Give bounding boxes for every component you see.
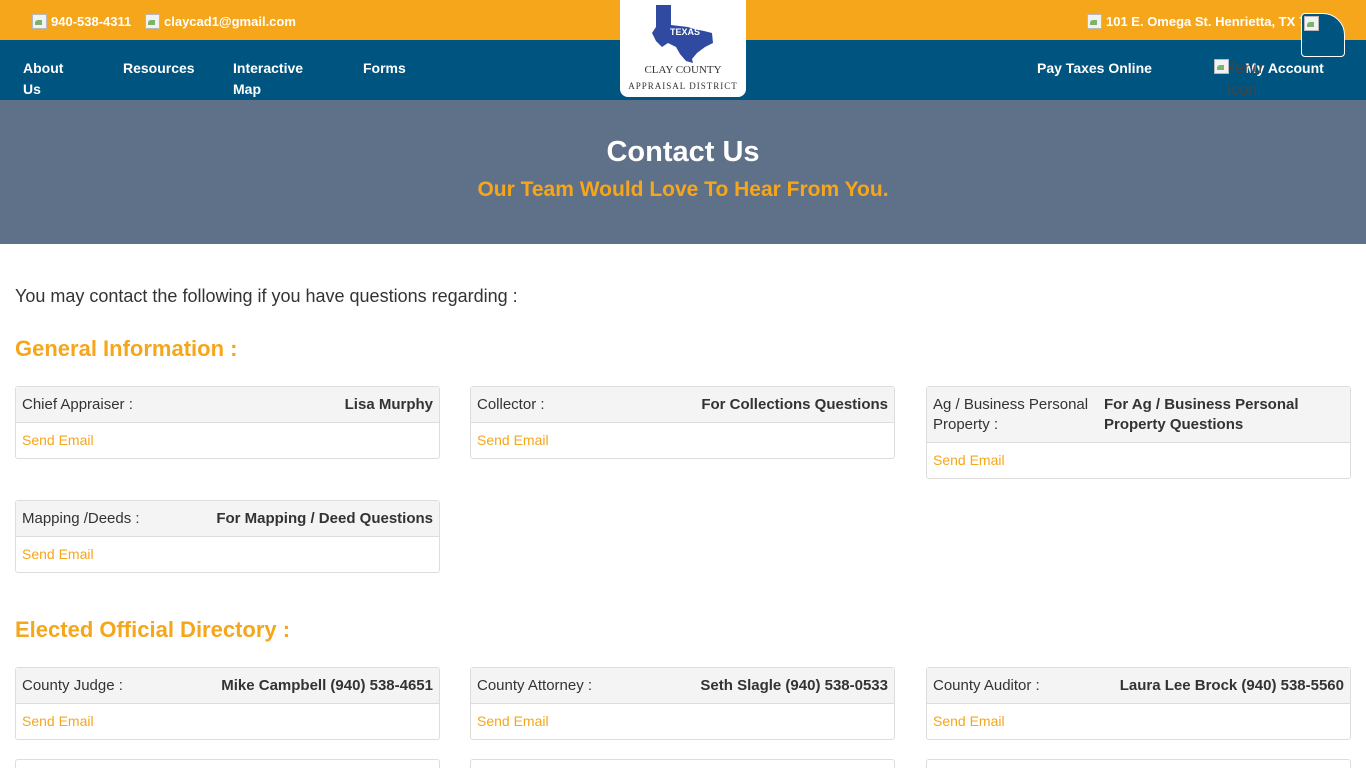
general-info-heading: General Information : <box>15 336 238 361</box>
action-icon <box>1303 15 1319 31</box>
menu-icon-alt-2: Icon <box>1226 82 1258 99</box>
official-card: County Attorney : Seth Slagle (940) 538-… <box>470 667 895 740</box>
address-text: 101 E. Omega St. Henrietta, TX 7 <box>1106 13 1307 29</box>
send-email-link[interactable]: Send Email <box>933 452 1005 468</box>
nav-resources[interactable]: Resources <box>123 58 195 79</box>
official-role: County Attorney : <box>477 677 593 694</box>
contact-card: Ag / Business Personal Property : For Ag… <box>926 386 1351 479</box>
phone-contact[interactable]: 940-538-4311 <box>31 13 131 29</box>
mail-icon <box>144 13 160 29</box>
phone-icon <box>31 13 47 29</box>
page-subtitle: Our Team Would Love To Hear From You. <box>477 178 889 201</box>
official-name-phone: Seth Slagle (940) 538-0533 <box>700 677 888 694</box>
nav-map-label-2: Map <box>233 81 261 97</box>
send-email-link[interactable]: Send Email <box>22 546 94 562</box>
contact-role: Chief Appraiser : <box>22 396 133 413</box>
logo-county-name: CLAY COUNTY <box>644 64 722 76</box>
nav-about-label-2: Us <box>23 81 41 97</box>
phone-number[interactable]: 940-538-4311 <box>51 14 131 29</box>
menu-icon[interactable]: Menu Icon <box>1213 58 1271 102</box>
elected-officials-heading: Elected Official Directory : <box>15 617 291 642</box>
hero-banner: Contact Us Our Team Would Love To Hear F… <box>0 100 1366 244</box>
nav-about-label-1: About <box>23 60 64 76</box>
official-card-partial <box>15 759 440 768</box>
official-card: County Judge : Mike Campbell (940) 538-4… <box>15 667 440 740</box>
send-email-link[interactable]: Send Email <box>22 432 94 448</box>
official-card: County Auditor : Laura Lee Brock (940) 5… <box>926 667 1351 740</box>
send-email-link[interactable]: Send Email <box>22 713 94 729</box>
nav-interactive-map[interactable]: Interactive Map <box>233 58 333 100</box>
menu-broken-image-icon <box>1213 58 1229 74</box>
send-email-link[interactable]: Send Email <box>477 713 549 729</box>
nav-forms[interactable]: Forms <box>363 58 406 79</box>
contact-role: Mapping /Deeds : <box>22 510 140 527</box>
location-icon <box>1086 13 1102 29</box>
send-email-link[interactable]: Send Email <box>477 432 549 448</box>
intro-text: You may contact the following if you hav… <box>15 286 518 306</box>
contact-role: Ag / Business Personal Property : <box>933 396 1089 433</box>
nav-map-label-1: Interactive <box>233 60 304 76</box>
contact-role: Collector : <box>477 396 545 413</box>
logo-district-name: APPRAISAL DISTRICT <box>628 81 738 91</box>
official-name-phone: Mike Campbell (940) 538-4651 <box>221 677 433 694</box>
official-card-partial <box>926 759 1351 768</box>
contact-name: For Mapping / Deed Questions <box>216 510 433 527</box>
contact-card: Chief Appraiser : Lisa Murphy Send Email <box>15 386 440 459</box>
address-contact: 101 E. Omega St. Henrietta, TX 7 <box>1086 13 1306 29</box>
nav-about-us[interactable]: About Us <box>23 58 83 100</box>
page-title: Contact Us <box>606 136 760 168</box>
floating-action-button[interactable] <box>1301 13 1345 57</box>
contact-card: Collector : For Collections Questions Se… <box>470 386 895 459</box>
contact-name: For Collections Questions <box>701 396 888 413</box>
logo-state-text: TEXAS <box>670 27 700 37</box>
official-name-phone: Laura Lee Brock (940) 538-5560 <box>1119 677 1344 694</box>
contact-card: Mapping /Deeds : For Mapping / Deed Ques… <box>15 500 440 573</box>
email-address[interactable]: claycad1@gmail.com <box>164 14 296 29</box>
contact-name: For Ag / Business Personal Property Ques… <box>1104 396 1299 433</box>
official-role: County Judge : <box>22 677 123 694</box>
texas-map-icon: TEXAS <box>652 5 713 63</box>
official-card-partial <box>470 759 895 768</box>
email-contact[interactable]: claycad1@gmail.com <box>144 13 296 29</box>
official-role: County Auditor : <box>933 677 1040 694</box>
send-email-link[interactable]: Send Email <box>933 713 1005 729</box>
site-logo[interactable]: TEXAS CLAY COUNTY APPRAISAL DISTRICT <box>620 0 746 97</box>
contact-name: Lisa Murphy <box>344 396 433 413</box>
nav-pay-taxes-online[interactable]: Pay Taxes Online <box>1037 58 1152 79</box>
